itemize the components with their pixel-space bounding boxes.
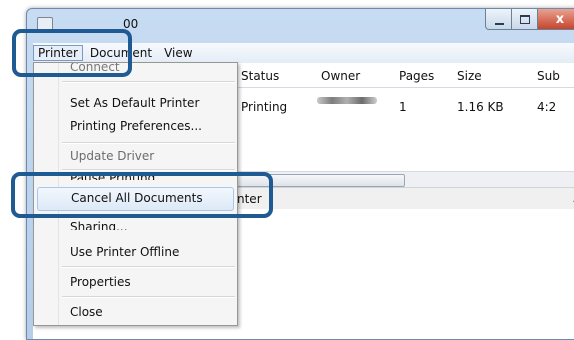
maximize-icon	[520, 14, 530, 24]
menu-separator	[62, 296, 235, 298]
menu-item-sharing[interactable]: Sharing...	[34, 216, 237, 230]
column-header-pages[interactable]: Pages	[399, 69, 434, 83]
column-header-size[interactable]: Size	[457, 69, 482, 83]
menu-separator	[62, 142, 235, 144]
maximize-button[interactable]	[511, 9, 539, 30]
callout-printer-menu	[12, 29, 132, 77]
row-owner-redacted	[317, 97, 377, 104]
menu-item-use-printer-offline[interactable]: Use Printer Offline	[34, 241, 237, 263]
row-size: 1.16 KB	[457, 100, 504, 114]
column-header-submitted[interactable]: Sub	[537, 69, 560, 83]
menu-item-properties[interactable]: Properties	[34, 271, 237, 293]
callout-cancel-all-documents	[11, 172, 273, 218]
menu-separator	[62, 81, 235, 83]
menu-view[interactable]: View	[159, 45, 197, 61]
column-header-status[interactable]: Status	[241, 69, 279, 83]
horizontal-scrollbar[interactable]: ▸	[233, 171, 574, 188]
menu-item-printing-preferences[interactable]: Printing Preferences...	[34, 115, 237, 137]
minimize-icon	[494, 20, 504, 25]
menu-item-update-driver: Update Driver	[70, 149, 155, 163]
close-button[interactable]: x	[537, 9, 574, 30]
row-status: Printing	[241, 100, 288, 114]
close-icon: x	[555, 11, 565, 27]
status-bar: nter ⋰	[233, 187, 574, 211]
menu-separator	[62, 266, 235, 268]
menu-item-set-default-printer[interactable]: Set As Default Printer	[34, 92, 237, 114]
column-header-owner[interactable]: Owner	[321, 69, 360, 83]
minimize-button[interactable]	[485, 9, 513, 30]
row-submitted: 4:2	[537, 100, 557, 114]
menu-item-close[interactable]: Close	[34, 301, 237, 323]
row-pages: 1	[399, 100, 407, 114]
